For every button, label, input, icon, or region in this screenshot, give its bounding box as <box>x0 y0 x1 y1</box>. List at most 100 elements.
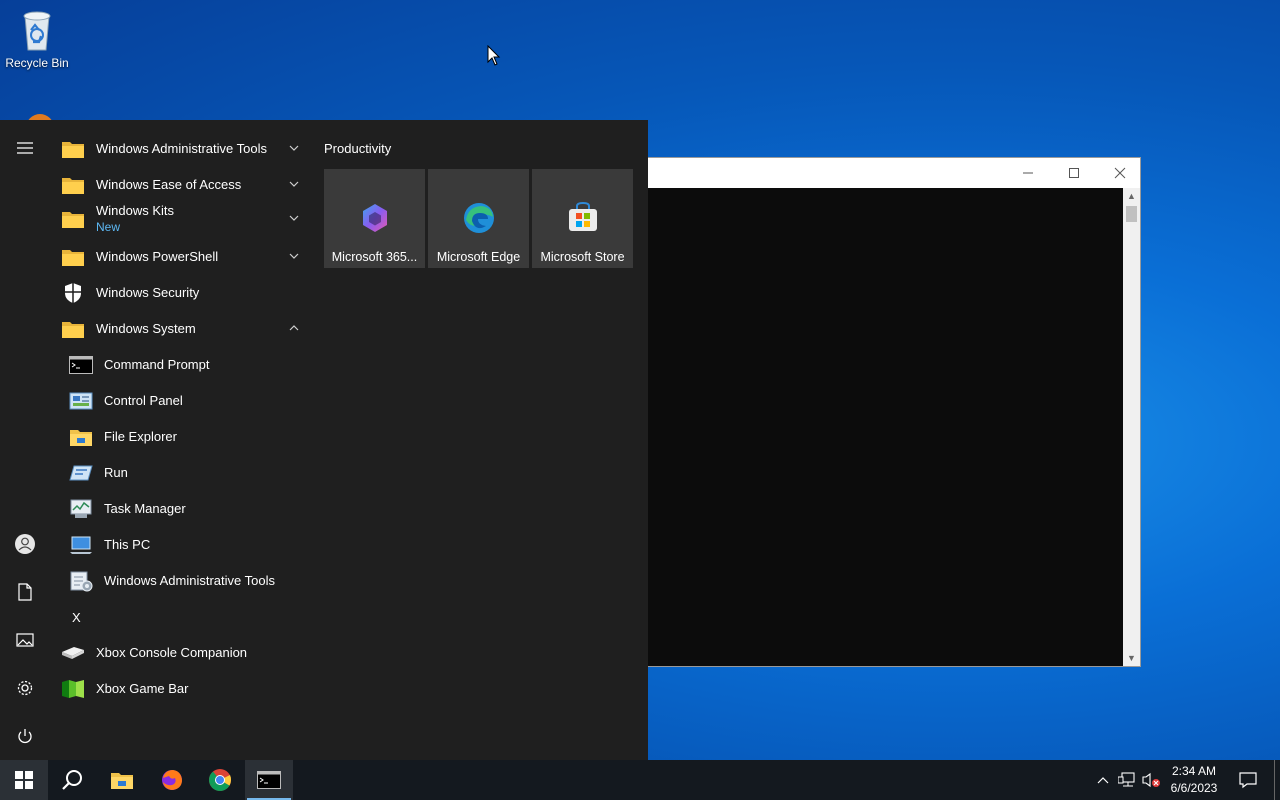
app-item-label: Windows Administrative Tools <box>104 573 275 588</box>
action-center-button[interactable] <box>1230 760 1266 800</box>
app-item-label: Task Manager <box>104 501 186 516</box>
control-panel-icon <box>68 388 94 414</box>
microsoft-365-icon <box>362 204 387 232</box>
app-item-label: Windows Ease of Access <box>96 177 242 192</box>
app-item-text: Xbox Game Bar <box>96 681 189 697</box>
close-button[interactable] <box>1097 158 1143 188</box>
app-item-windows-powershell[interactable]: Windows PowerShell <box>60 240 306 274</box>
command-prompt-icon <box>257 771 281 789</box>
app-item-task-manager[interactable]: Task Manager <box>68 492 314 526</box>
folder-icon <box>60 136 86 162</box>
command-prompt-icon <box>68 352 94 378</box>
pictures-button[interactable] <box>0 618 50 662</box>
app-item-command-prompt[interactable]: Command Prompt <box>68 348 314 382</box>
window-titlebar[interactable] <box>621 158 1140 188</box>
app-item-text: Windows System <box>96 321 196 337</box>
app-item-text: This PC <box>104 537 150 553</box>
chevron-up-icon <box>1097 777 1109 784</box>
file-explorer-icon <box>68 424 94 450</box>
scroll-thumb[interactable] <box>1126 206 1137 222</box>
taskbar-chrome[interactable] <box>196 760 244 800</box>
scroll-up-icon[interactable]: ▲ <box>1123 188 1140 204</box>
this-pc-icon <box>68 532 94 558</box>
app-item-text: File Explorer <box>104 429 177 445</box>
vertical-scrollbar[interactable]: ▲ ▼ <box>1123 188 1140 666</box>
tile-label: Microsoft Store <box>540 250 625 264</box>
network-icon <box>1118 772 1135 787</box>
app-item-this-pc[interactable]: This PC <box>68 528 314 562</box>
minimize-icon <box>1023 172 1033 174</box>
new-badge: New <box>96 220 121 234</box>
app-item-windows-administrative-tools[interactable]: Windows Administrative Tools <box>60 132 306 166</box>
run-icon <box>68 460 94 486</box>
clock[interactable]: 2:34 AM 6/6/2023 <box>1154 763 1234 797</box>
tile-microsoft-365[interactable]: Microsoft 365... <box>324 169 425 268</box>
document-icon <box>18 583 32 601</box>
app-item-label: Xbox Game Bar <box>96 681 189 696</box>
firefox-icon <box>162 770 182 790</box>
app-item-label: Control Panel <box>104 393 183 408</box>
app-item-run[interactable]: Run <box>68 456 314 490</box>
start-button[interactable] <box>0 760 48 800</box>
chrome-icon <box>209 769 232 791</box>
power-button[interactable] <box>0 714 50 758</box>
recycle-bin-icon <box>23 11 51 51</box>
gear-icon <box>17 680 33 696</box>
tile-label: Microsoft 365... <box>331 250 418 264</box>
app-item-label: Xbox Console Companion <box>96 645 248 660</box>
section-letter-x[interactable]: X <box>72 610 81 625</box>
maximize-button[interactable] <box>1051 158 1097 188</box>
app-item-windows-kits[interactable]: Windows Kits New <box>60 202 306 236</box>
app-item-text: Xbox Console Companion <box>96 645 247 661</box>
settings-button[interactable] <box>0 666 50 710</box>
task-manager-icon <box>68 496 94 522</box>
network-button[interactable] <box>1116 760 1138 800</box>
command-prompt-window[interactable]: ▲ ▼ <box>620 157 1141 667</box>
tile-microsoft-store[interactable]: Microsoft Store <box>532 169 633 268</box>
app-item-control-panel[interactable]: Control Panel <box>68 384 314 418</box>
app-item-windows-system[interactable]: Windows System <box>60 312 306 346</box>
shield-icon <box>60 280 86 306</box>
search-button[interactable] <box>48 760 96 800</box>
app-item-windows-ease-of-access[interactable]: Windows Ease of Access <box>60 168 306 202</box>
taskbar-file-explorer[interactable] <box>98 760 146 800</box>
recycle-bin-shortcut[interactable]: Recycle Bin <box>4 6 70 70</box>
app-item-text: Windows Kits New <box>96 203 174 235</box>
maximize-icon <box>1069 168 1079 178</box>
tile-microsoft-edge[interactable]: Microsoft Edge <box>428 169 529 268</box>
taskbar-command-prompt[interactable] <box>245 760 293 800</box>
xbox-console-icon <box>60 640 86 666</box>
app-item-text: Windows PowerShell <box>96 249 218 265</box>
app-item-windows-security[interactable]: Windows Security <box>60 276 306 310</box>
xbox-game-bar-icon <box>60 676 86 702</box>
app-item-label: Run <box>104 465 128 480</box>
account-button[interactable] <box>0 522 50 566</box>
app-item-text: Windows Ease of Access <box>96 177 241 193</box>
show-desktop-button[interactable] <box>1274 760 1280 800</box>
app-item-text: Control Panel <box>104 393 183 409</box>
app-item-label: Windows Administrative Tools <box>96 141 267 156</box>
windows-logo-icon <box>15 771 33 789</box>
show-hidden-icons-button[interactable] <box>1092 760 1114 800</box>
app-item-text: Windows Administrative Tools <box>96 141 267 157</box>
app-list: Windows Administrative Tools Windows Ease… <box>50 120 312 760</box>
app-item-file-explorer[interactable]: File Explorer <box>68 420 314 454</box>
folder-icon <box>60 244 86 270</box>
app-item-label: Windows System <box>96 321 196 336</box>
minimize-button[interactable] <box>1005 158 1051 188</box>
app-item-text: Windows Administrative Tools <box>104 573 275 589</box>
app-item-xbox-game-bar[interactable]: Xbox Game Bar <box>60 672 306 706</box>
documents-button[interactable] <box>0 570 50 614</box>
app-item-label: Windows PowerShell <box>96 249 219 264</box>
console-output[interactable] <box>621 188 1123 666</box>
expand-menu-button[interactable] <box>0 126 50 170</box>
app-item-windows-administrative-tools[interactable]: Windows Administrative Tools <box>68 564 314 598</box>
scroll-down-icon[interactable]: ▼ <box>1123 650 1140 666</box>
taskbar-firefox[interactable] <box>148 760 196 800</box>
taskbar: 2:34 AM 6/6/2023 <box>0 760 1280 800</box>
tiles-area: Productivity Microsoft 365... Microsoft … <box>312 120 648 760</box>
hamburger-icon <box>17 142 33 154</box>
close-icon <box>1114 167 1126 179</box>
notification-icon <box>1239 772 1257 789</box>
app-item-xbox-console-companion[interactable]: Xbox Console Companion <box>60 636 306 670</box>
